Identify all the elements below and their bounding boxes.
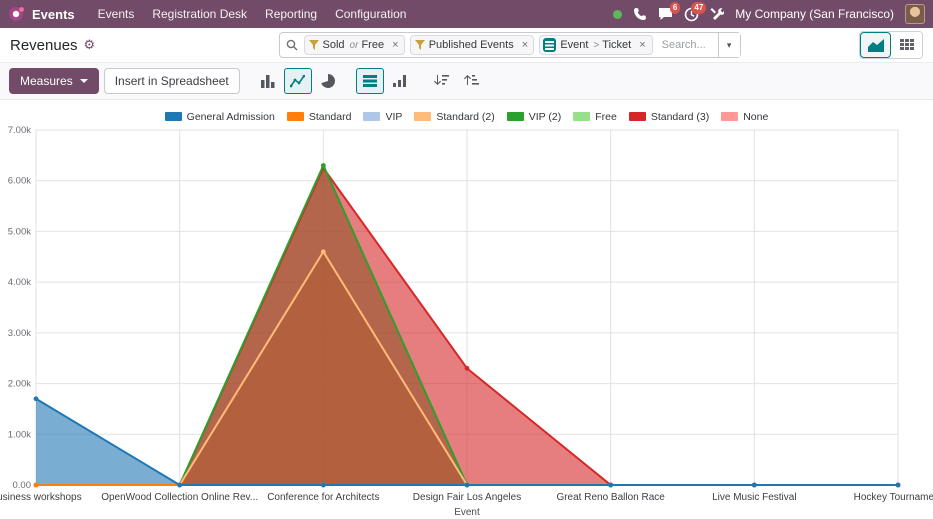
- odoo-logo[interactable]: [8, 6, 26, 22]
- facet-value: Free: [361, 39, 386, 51]
- graph-toolbar: Measures Insert in Spreadsheet: [0, 62, 933, 100]
- legend-item[interactable]: Standard: [287, 111, 352, 123]
- bar-chart-button[interactable]: [254, 68, 282, 94]
- legend-swatch: [721, 112, 738, 121]
- insert-in-spreadsheet-button[interactable]: Insert in Spreadsheet: [104, 68, 240, 94]
- svg-text:Live Music Festival: Live Music Festival: [712, 492, 796, 503]
- revenue-area-chart: 0.00 1.00k 2.00k 3.00k 4.00k 5.00k 6.00k 7.00k B…: [0, 124, 933, 519]
- cumulative-toggle-button[interactable]: [386, 68, 414, 94]
- sort-ascending-button[interactable]: [458, 68, 486, 94]
- legend-label: Standard (2): [436, 111, 494, 123]
- search-input[interactable]: [658, 39, 718, 51]
- stacked-toggle-button[interactable]: [356, 68, 384, 94]
- legend-swatch: [629, 112, 646, 121]
- svg-text:Hockey Tournament: Hockey Tournament: [854, 492, 933, 503]
- remove-facet-button[interactable]: ×: [516, 36, 534, 54]
- legend-label: VIP: [385, 111, 402, 123]
- legend-item[interactable]: VIP: [363, 111, 402, 123]
- remove-facet-button[interactable]: ×: [386, 36, 404, 54]
- facet-value: Sold: [323, 39, 347, 51]
- messages-badge: 6: [670, 2, 680, 14]
- svg-text:Great Reno Ballon Race: Great Reno Ballon Race: [556, 492, 665, 503]
- pivot-view-button[interactable]: [891, 32, 922, 58]
- online-status-dot: [613, 10, 622, 19]
- legend-label: General Admission: [187, 111, 275, 123]
- main-menu: Events Registration Desk Reporting Confi…: [89, 7, 416, 21]
- phone-icon[interactable]: [633, 7, 647, 21]
- graph-view-button[interactable]: [860, 32, 891, 58]
- gear-icon[interactable]: ⚙: [84, 37, 96, 53]
- control-panel: Revenues ⚙ Sold or Free ×: [0, 28, 933, 62]
- facet-sold-or-free: Sold or Free ×: [304, 35, 405, 55]
- svg-text:Event: Event: [454, 507, 480, 518]
- user-avatar[interactable]: [905, 4, 925, 24]
- chart-legend: General Admission Standard VIP Standard (2)…: [0, 100, 933, 124]
- legend-item[interactable]: VIP (2): [507, 111, 561, 123]
- measures-button[interactable]: Measures: [9, 68, 99, 94]
- legend-item[interactable]: Standard (2): [414, 111, 494, 123]
- search-bar: Sold or Free × Published Events × Event …: [279, 32, 741, 58]
- legend-swatch: [363, 112, 380, 121]
- svg-text:2.00k: 2.00k: [8, 379, 31, 390]
- svg-text:4.00k: 4.00k: [8, 277, 31, 288]
- facet-value: Ticket: [602, 39, 633, 51]
- svg-text:7.00k: 7.00k: [8, 125, 31, 136]
- menu-reporting[interactable]: Reporting: [256, 7, 326, 21]
- legend-item[interactable]: Free: [573, 111, 617, 123]
- groupby-icon: [543, 38, 556, 52]
- svg-text:Design Fair Los Angeles: Design Fair Los Angeles: [413, 492, 521, 503]
- legend-swatch: [165, 112, 182, 121]
- legend-label: None: [743, 111, 768, 123]
- remove-facet-button[interactable]: ×: [633, 36, 651, 54]
- messages-icon[interactable]: 6: [658, 7, 673, 21]
- legend-label: Free: [595, 111, 617, 123]
- legend-swatch: [507, 112, 524, 121]
- facet-value: Published Events: [429, 39, 516, 51]
- legend-label: Standard: [309, 111, 352, 123]
- menu-events[interactable]: Events: [89, 7, 144, 21]
- legend-swatch: [287, 112, 304, 121]
- legend-swatch: [414, 112, 431, 121]
- filter-icon: [411, 40, 429, 50]
- svg-text:Business workshops: Business workshops: [0, 492, 82, 503]
- activities-badge: 47: [691, 2, 706, 14]
- facet-separator: >: [590, 40, 602, 51]
- svg-text:0.00: 0.00: [13, 480, 32, 491]
- view-switcher: [859, 31, 923, 59]
- svg-text:3.00k: 3.00k: [8, 328, 31, 339]
- sort-descending-button[interactable]: [428, 68, 456, 94]
- legend-item[interactable]: None: [721, 111, 768, 123]
- legend-label: VIP (2): [529, 111, 561, 123]
- company-name[interactable]: My Company (San Francisco): [735, 7, 894, 21]
- legend-item[interactable]: Standard (3): [629, 111, 709, 123]
- top-navbar: Events Events Registration Desk Reportin…: [0, 0, 933, 28]
- facet-groupby-event-ticket: Event > Ticket ×: [539, 35, 652, 55]
- pie-chart-button[interactable]: [314, 68, 342, 94]
- search-icon: [280, 39, 304, 51]
- facet-value: Event: [560, 39, 590, 51]
- facet-conjunction: or: [347, 40, 362, 51]
- search-dropdown-toggle[interactable]: ▾: [718, 33, 740, 57]
- tools-icon[interactable]: [710, 7, 724, 21]
- page-title: Revenues: [10, 37, 78, 54]
- measures-label: Measures: [20, 74, 73, 88]
- chart-section: General Admission Standard VIP Standard (2)…: [0, 100, 933, 519]
- legend-label: Standard (3): [651, 111, 709, 123]
- svg-text:Conference for Architects: Conference for Architects: [267, 492, 379, 503]
- activities-icon[interactable]: 47: [684, 7, 699, 22]
- menu-configuration[interactable]: Configuration: [326, 7, 415, 21]
- filter-icon: [305, 40, 323, 50]
- legend-swatch: [573, 112, 590, 121]
- legend-item[interactable]: General Admission: [165, 111, 275, 123]
- facet-published-events: Published Events ×: [410, 35, 534, 55]
- current-app-name[interactable]: Events: [32, 7, 75, 22]
- svg-text:1.00k: 1.00k: [8, 429, 31, 440]
- svg-text:5.00k: 5.00k: [8, 226, 31, 237]
- line-chart-button[interactable]: [284, 68, 312, 94]
- svg-text:6.00k: 6.00k: [8, 176, 31, 187]
- caret-down-icon: [80, 79, 88, 83]
- menu-registration-desk[interactable]: Registration Desk: [143, 7, 256, 21]
- svg-text:OpenWood Collection Online Rev: OpenWood Collection Online Rev...: [101, 492, 258, 503]
